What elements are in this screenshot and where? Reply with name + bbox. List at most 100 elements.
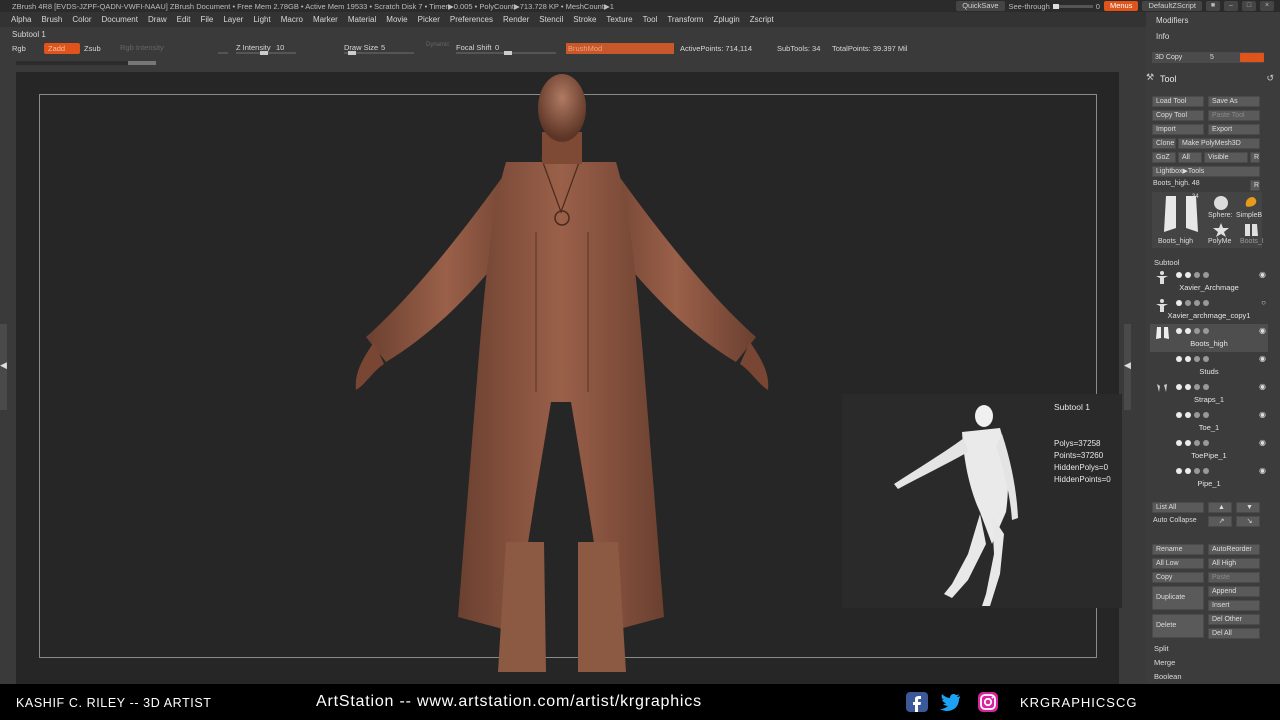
subtool-toggles[interactable] [1176,271,1209,279]
see-through-slider[interactable]: See-through 0 [1009,2,1100,11]
dynamic-toggle[interactable]: Dynamic [426,42,449,48]
duplicate-button[interactable]: Duplicate [1152,586,1204,610]
paste-tool-button[interactable]: Paste Tool [1208,110,1260,121]
sculpt-model-archmage[interactable] [346,72,806,684]
menu-movie[interactable]: Movie [381,15,412,24]
menu-marker[interactable]: Marker [308,15,343,24]
menu-file[interactable]: File [195,15,218,24]
del-all-button[interactable]: Del All [1208,628,1260,639]
polymesh-star-thumb-icon[interactable] [1212,222,1230,238]
menu-color[interactable]: Color [67,15,96,24]
maximize-icon[interactable]: □ [1242,1,1256,11]
brushmod-slider[interactable]: BrushMod [566,43,674,54]
menu-transform[interactable]: Transform [662,15,708,24]
subtool-row[interactable]: ◉ Toe_1 [1150,408,1268,436]
default-zscript-button[interactable]: DefaultZScript [1142,1,1202,11]
menu-stencil[interactable]: Stencil [534,15,568,24]
arrow-up-right-icon[interactable]: ↗ [1208,516,1232,527]
menu-document[interactable]: Document [97,15,143,24]
see-through-knob[interactable] [1052,3,1059,9]
simplebrush-thumb-icon[interactable] [1242,192,1260,210]
subtool-toggles[interactable] [1176,299,1209,307]
3d-copy-toggle[interactable] [1240,53,1264,62]
all-high-button[interactable]: All High [1208,558,1260,569]
subtool-row[interactable]: ◉ Straps_1 [1150,380,1268,408]
goz-visible-button[interactable]: Visible [1204,152,1248,163]
menu-tool[interactable]: Tool [638,15,663,24]
merge-section[interactable]: Merge [1154,658,1175,667]
current-tool-r-button[interactable]: R [1250,180,1260,191]
reset-icon[interactable]: ↺ [1266,73,1274,84]
menu-brush[interactable]: Brush [36,15,67,24]
delete-button[interactable]: Delete [1152,614,1204,638]
focal-shift-knob[interactable] [504,51,512,55]
focal-shift-value[interactable]: 0 [495,43,499,52]
export-button[interactable]: Export [1208,124,1260,135]
split-section[interactable]: Split [1154,644,1169,653]
subtool-row-selected[interactable]: ◉ Boots_high [1150,324,1268,352]
visibility-eye-icon[interactable]: ◉ [1259,466,1266,475]
rename-button[interactable]: Rename [1152,544,1204,555]
subtool-row[interactable]: ◉ Studs [1150,352,1268,380]
subtool-toggles[interactable] [1176,355,1209,363]
del-other-button[interactable]: Del Other [1208,614,1260,625]
clone-button[interactable]: Clone [1152,138,1176,149]
copy-button[interactable]: Copy [1152,572,1204,583]
draw-size-knob[interactable] [348,51,356,55]
goz-all-button[interactable]: All [1178,152,1202,163]
menu-render[interactable]: Render [498,15,534,24]
visibility-eye-icon[interactable]: ◉ [1259,382,1266,391]
menu-zplugin[interactable]: Zplugin [708,15,744,24]
visibility-eye-icon[interactable]: ◉ [1259,326,1266,335]
menu-light[interactable]: Light [248,15,275,24]
zsub-button[interactable]: Zsub [84,44,101,53]
arrow-down-right-icon[interactable]: ↘ [1236,516,1260,527]
subtool-row[interactable]: ○ Xavier_archmage_copy1 [1150,296,1268,324]
visibility-eye-icon[interactable]: ○ [1261,298,1266,307]
append-button[interactable]: Append [1208,586,1260,597]
move-up-icon[interactable]: ▲ [1208,502,1232,513]
info-item[interactable]: Info [1156,32,1169,41]
make-polymesh3d-button[interactable]: Make PolyMesh3D [1178,138,1260,149]
rgb-intensity-slider[interactable]: Rgb Intensity [120,43,164,52]
lightbox-tools-button[interactable]: Lightbox▶Tools [1152,166,1260,177]
save-as-button[interactable]: Save As [1208,96,1260,107]
3d-copy-slider[interactable]: 3D Copy 5 [1152,52,1264,63]
boolean-section[interactable]: Boolean [1154,672,1182,681]
subtool-row[interactable]: ◉ ToePipe_1 [1150,436,1268,464]
menu-layer[interactable]: Layer [218,15,248,24]
subtool-toggles[interactable] [1176,327,1209,335]
subtool-toggles[interactable] [1176,467,1209,475]
all-low-button[interactable]: All Low [1152,558,1204,569]
list-all-button[interactable]: List All [1152,502,1204,513]
tool-palette-header[interactable]: ⚒ Tool ↺ [1146,72,1280,86]
paste-button[interactable]: Paste [1208,572,1260,583]
boots-small-thumb-icon[interactable] [1242,222,1260,238]
copy-tool-button[interactable]: Copy Tool [1152,110,1204,121]
right-tray-toggle[interactable]: ◀ [1124,324,1131,410]
menu-texture[interactable]: Texture [601,15,637,24]
subtool-toggles[interactable] [1176,411,1209,419]
z-intensity-value[interactable]: 10 [276,43,284,52]
visibility-eye-icon[interactable]: ◉ [1259,354,1266,363]
rgb-button[interactable]: Rgb [12,44,26,53]
subtool-row[interactable]: ◉ Xavier_Archmage [1150,268,1268,296]
see-through-track[interactable] [1052,3,1093,9]
goz-button[interactable]: GoZ [1152,152,1176,163]
menu-macro[interactable]: Macro [276,15,308,24]
modifiers-item[interactable]: Modifiers [1156,16,1188,25]
visibility-eye-icon[interactable]: ◉ [1259,438,1266,447]
focal-shift-track[interactable] [456,51,556,55]
subtool-toggles[interactable] [1176,383,1209,391]
draw-size-value[interactable]: 5 [381,43,385,52]
goz-r-button[interactable]: R [1250,152,1260,163]
auto-collapse-toggle[interactable]: Auto Collapse [1153,517,1197,524]
visibility-eye-icon[interactable]: ◉ [1259,270,1266,279]
canvas-viewport[interactable]: Subtool 1 Polys=37258 Points=37260 Hidde… [16,72,1122,684]
insert-button[interactable]: Insert [1208,600,1260,611]
zadd-button[interactable]: Zadd [44,43,80,54]
menus-button[interactable]: Menus [1103,1,1139,11]
minimize-icon[interactable]: – [1224,1,1238,11]
load-tool-button[interactable]: Load Tool [1152,96,1204,107]
import-button[interactable]: Import [1152,124,1204,135]
